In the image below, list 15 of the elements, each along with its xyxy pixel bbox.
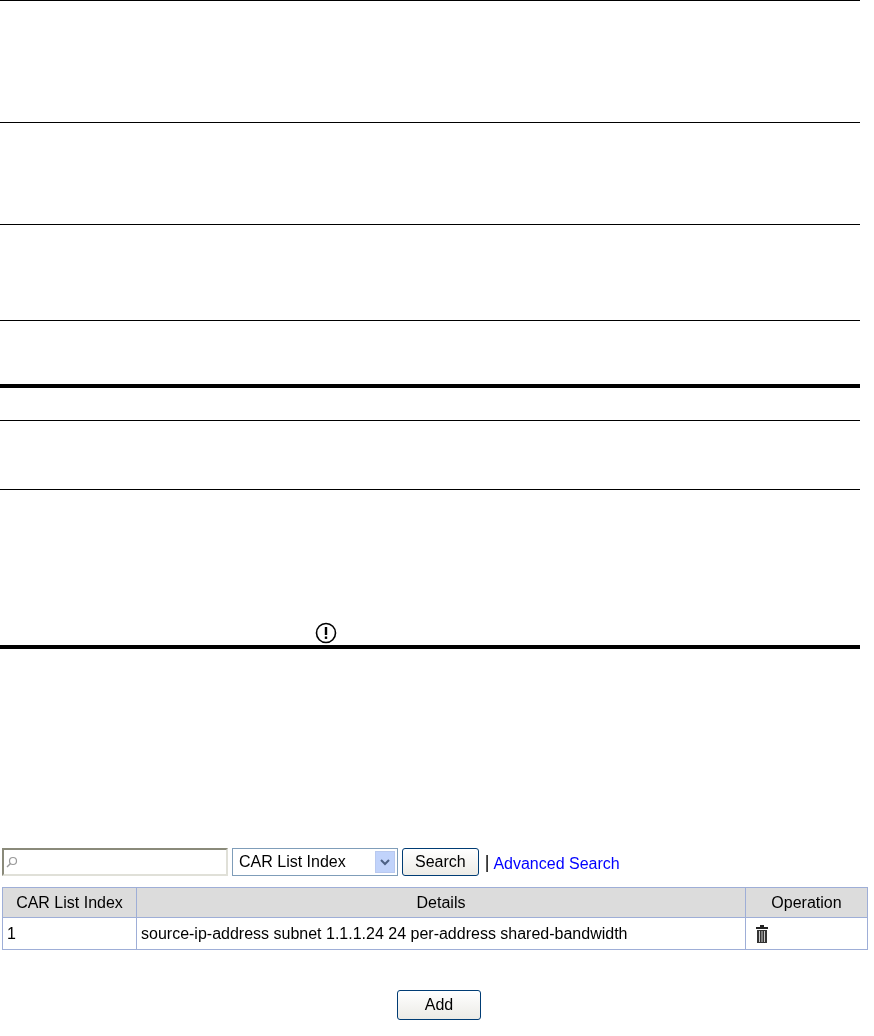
advanced-search-link[interactable]: Advanced Search [493, 852, 620, 876]
table-cell: 1 [2, 917, 137, 950]
column-header: Details [136, 887, 746, 918]
search-field[interactable] [2, 848, 228, 876]
table-cell: source-ip-address subnet 1.1.1.24 24 per-address shared-bandwidth [136, 917, 746, 950]
column-header: Operation [745, 887, 868, 918]
column-select[interactable]: CAR List Index [232, 848, 398, 876]
trash-icon[interactable] [756, 924, 768, 943]
search-icon [6, 856, 18, 868]
caret-icon [375, 851, 395, 873]
column-header: CAR List Index [2, 887, 137, 918]
add-button[interactable]: Add [397, 990, 481, 1020]
separator: | [484, 850, 490, 874]
search-button[interactable]: Search [402, 848, 479, 876]
warning-icon [315, 622, 337, 644]
